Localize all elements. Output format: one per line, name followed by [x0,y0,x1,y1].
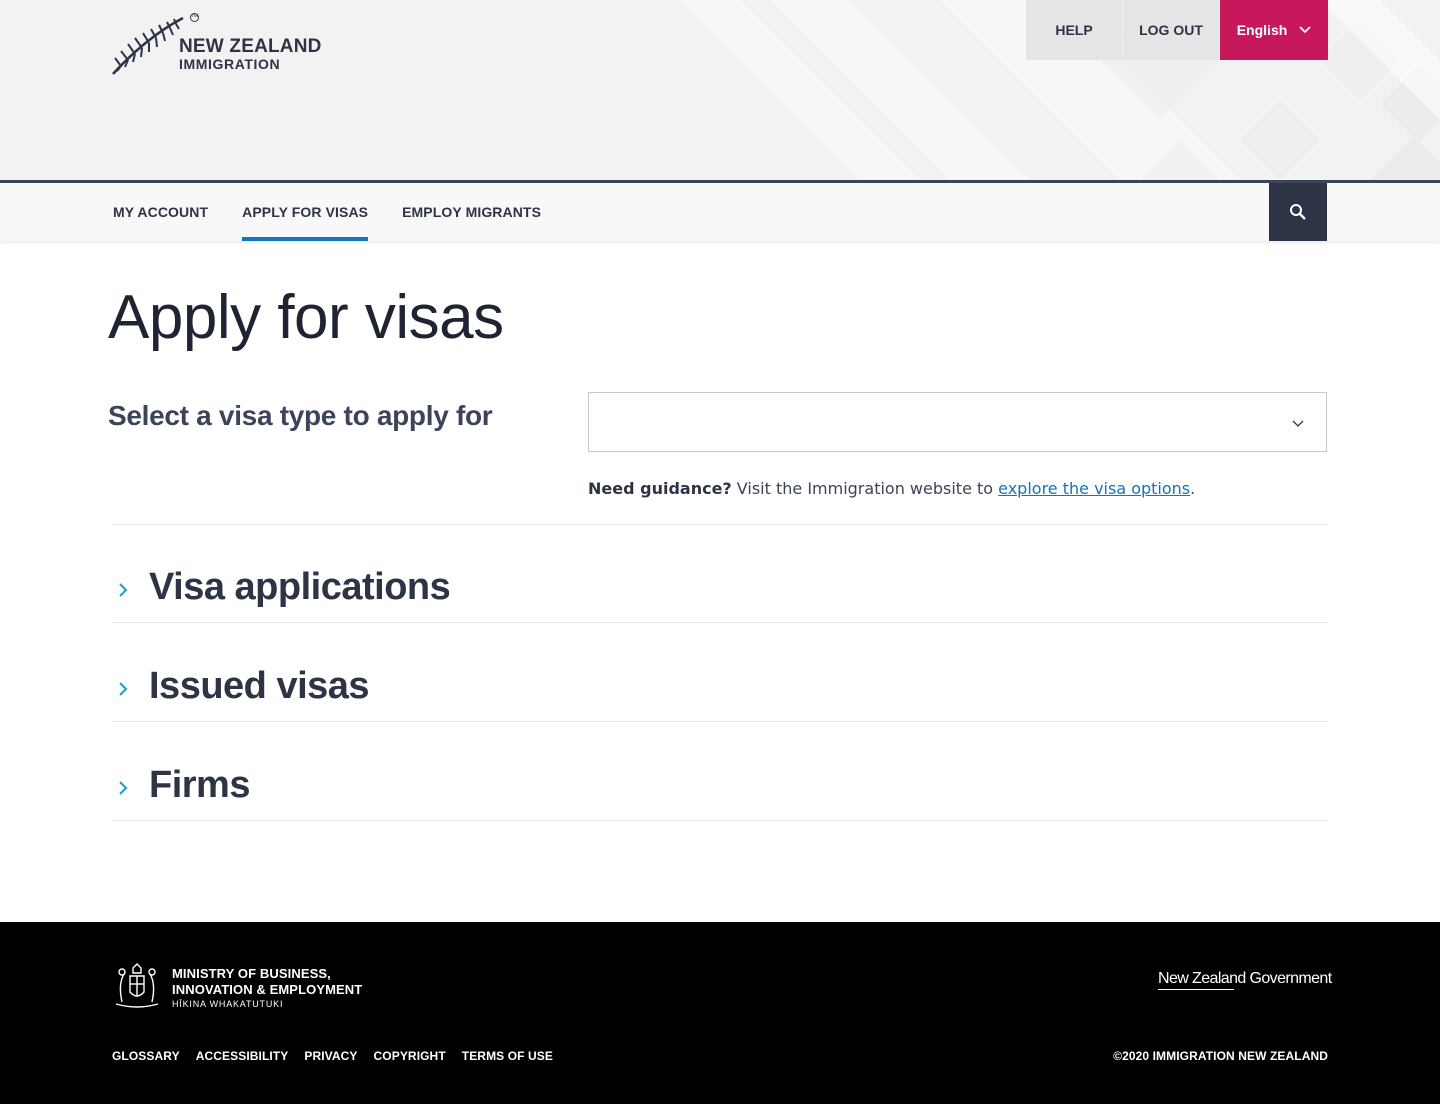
coat-of-arms-icon [115,963,159,1008]
logo-line1: NEW ZEALAND [179,36,322,57]
divider [112,524,1328,525]
mbie-line1: MINISTRY OF BUSINESS, [172,966,331,981]
accordion-issued-visas[interactable]: Issued visas [112,661,1328,721]
chevron-right-icon [119,781,128,795]
logo-line2: IMMIGRATION [179,56,281,72]
guidance-end: . [1190,479,1196,498]
accordion-title: Visa applications [149,566,451,608]
chevron-down-icon [1299,26,1311,34]
footer-links: GLOSSARY ACCESSIBILITY PRIVACY COPYRIGHT… [112,1049,569,1063]
chevron-right-icon [119,682,128,696]
language-selector[interactable]: English [1220,0,1328,60]
guidance-bold: Need guidance? [588,479,732,498]
search-button[interactable] [1269,183,1327,241]
divider [112,622,1328,623]
mbie-logo[interactable]: MINISTRY OF BUSINESS, INNOVATION & EMPLO… [110,962,380,1012]
nav-item-employ-migrants[interactable]: EMPLOY MIGRANTS [402,183,541,241]
chevron-down-icon [1292,420,1304,427]
visa-type-select[interactable] [588,392,1327,452]
nz-government-underline [1158,989,1234,990]
trademark-icon: ™ [190,13,199,22]
primary-nav-items: MY ACCOUNT APPLY FOR VISAS EMPLOY MIGRAN… [113,183,575,241]
visa-type-label: Select a visa type to apply for [108,400,493,431]
guidance-body: Visit the Immigration website to [731,479,999,498]
mbie-line2: INNOVATION & EMPLOYMENT [172,982,363,997]
guidance-text: Need guidance? Visit the Immigration web… [588,479,1195,498]
silver-fern-icon [112,16,184,75]
search-icon [1290,204,1306,220]
utility-nav: HELP LOG OUT English [1026,0,1328,60]
footer-link-accessibility[interactable]: ACCESSIBILITY [196,1049,289,1063]
nav-item-apply-for-visas[interactable]: APPLY FOR VISAS [242,183,369,241]
copyright-notice: ©2020 IMMIGRATION NEW ZEALAND [1113,1049,1328,1063]
accordion-title: Firms [149,764,250,806]
nz-government-logo[interactable]: New Zealand Government [1158,970,1332,990]
logout-button[interactable]: LOG OUT [1123,0,1219,60]
accordion-visa-applications[interactable]: Visa applications [112,562,1328,622]
site-footer: MINISTRY OF BUSINESS, INNOVATION & EMPLO… [0,922,1440,1104]
accordion-title: Issued visas [149,665,370,707]
footer-link-glossary[interactable]: GLOSSARY [112,1049,180,1063]
nz-immigration-logo[interactable]: ™ NEW ZEALAND IMMIGRATION [111,13,322,78]
divider [112,721,1328,722]
nav-item-my-account[interactable]: MY ACCOUNT [113,183,208,241]
footer-link-copyright[interactable]: COPYRIGHT [374,1049,446,1063]
primary-nav: MY ACCOUNT APPLY FOR VISAS EMPLOY MIGRAN… [0,180,1440,241]
divider [112,820,1328,821]
site-header: ™ NEW ZEALAND IMMIGRATION HELP LOG OUT E… [0,0,1440,180]
nz-government-text: New Zealand Government [1158,970,1332,987]
help-button[interactable]: HELP [1026,0,1122,60]
mbie-line3: HĪKINA WHAKATUTUKI [172,999,284,1009]
chevron-right-icon [119,583,128,597]
explore-visa-options-link[interactable]: explore the visa options [998,479,1190,498]
page-title: Apply for visas [108,283,504,352]
accordion-firms[interactable]: Firms [112,760,1328,820]
footer-link-privacy[interactable]: PRIVACY [304,1049,357,1063]
footer-link-terms-of-use[interactable]: TERMS OF USE [462,1049,553,1063]
language-label: English [1236,22,1288,38]
